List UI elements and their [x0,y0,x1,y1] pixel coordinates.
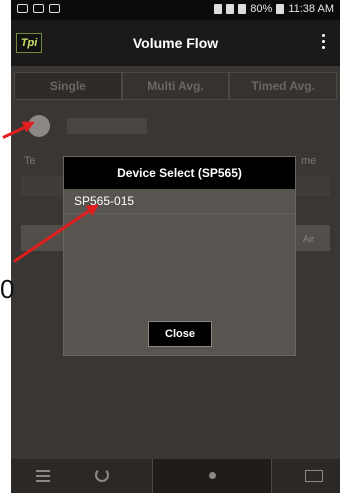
list-icon[interactable] [36,470,50,482]
mail-icon[interactable] [305,470,323,482]
device-select-dialog: Device Select (SP565) SP565-015 Close [63,156,296,356]
notification-icon [17,4,28,13]
overflow-menu-icon[interactable] [322,34,326,52]
right-label: me [301,155,317,167]
battery-percent: 80% [250,3,273,15]
wifi-icon [226,4,235,14]
dialog-title: Device Select (SP565) [64,157,295,189]
app-bar: Tpi Volume Flow [11,20,340,66]
status-bar: 80% 11:38 AM [11,0,340,20]
bluetooth-icon [214,4,223,14]
tab-timed-avg[interactable]: Timed Avg. [229,72,338,100]
left-label: Te [24,155,36,167]
signal-icon [238,4,247,14]
side-number: 0 [0,274,15,304]
clock: 11:38 AM [288,3,334,15]
mode-tabs: Single Multi Avg. Timed Avg. [14,72,338,100]
page-title: Volume Flow [132,35,219,51]
status-right: 80% 11:38 AM [214,3,334,15]
message-icon [49,4,60,13]
device-name-field [67,118,147,134]
dot-icon [209,472,216,479]
refresh-icon[interactable] [95,468,109,482]
gallery-icon [33,4,44,13]
bottom-nav [11,459,340,493]
notification-icons [17,4,60,13]
close-button[interactable]: Close [148,321,212,347]
air-label: Air [303,234,314,244]
tab-multi-avg[interactable]: Multi Avg. [121,72,230,100]
phone-screen: 80% 11:38 AM Tpi Volume Flow Single Mult… [11,0,340,493]
nav-home-tab[interactable] [152,459,272,493]
battery-icon [276,4,285,14]
tab-single[interactable]: Single [14,72,122,100]
